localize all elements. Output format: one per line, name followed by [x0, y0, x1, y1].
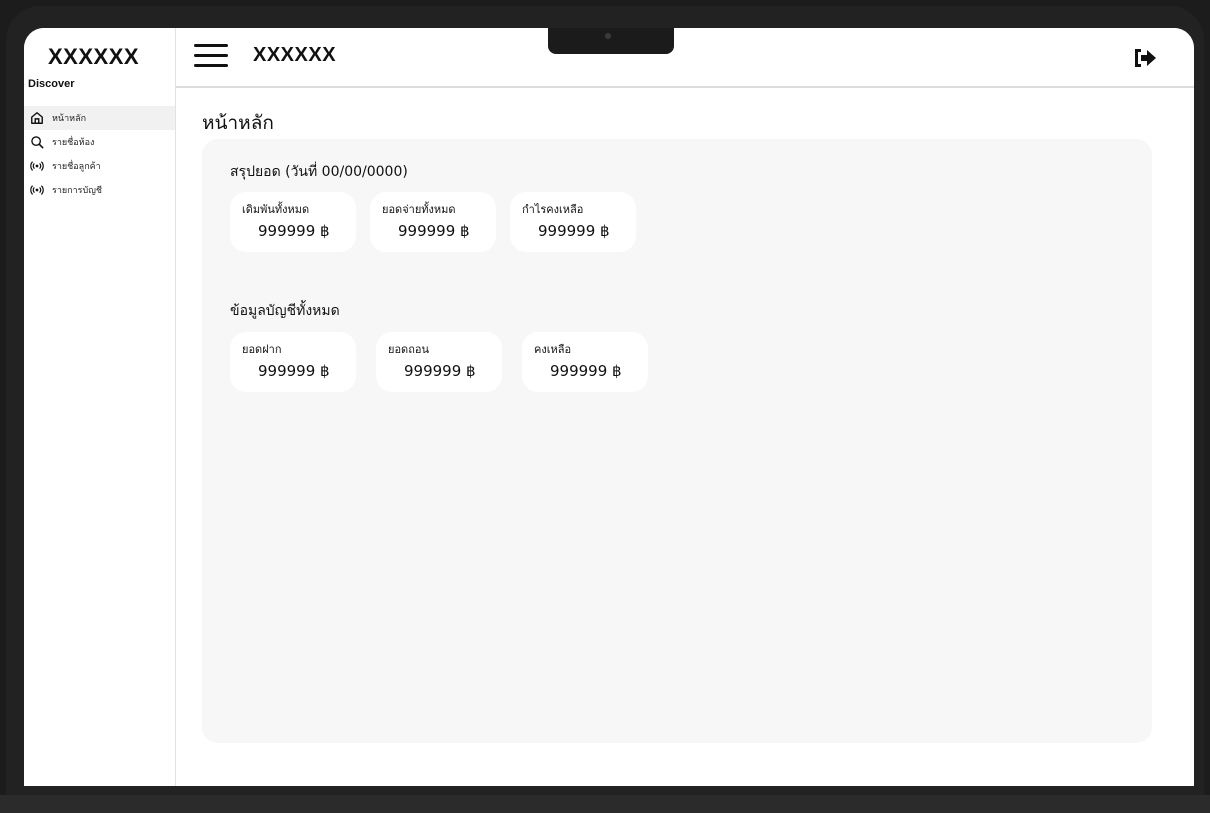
accounts-title: ข้อมูลบัญชีทั้งหมด [230, 303, 340, 319]
summary-card-total-payout: ยอดจ่ายทั้งหมด 999999 ฿ [370, 192, 496, 252]
camera-notch [548, 28, 674, 54]
card-label: ยอดฝาก [242, 343, 282, 356]
sidebar: XXXXXX Discover หน้าหลัก รายชื่อห้อง ราย… [24, 28, 176, 786]
sidebar-item-label: รายชื่อลูกค้า [52, 162, 101, 172]
section-label-discover: Discover [28, 78, 75, 90]
card-value: 999999 ฿ [398, 222, 470, 240]
dashboard-panel: สรุปยอด (วันที่ 00/00/0000) เดิมพันทั้งห… [202, 139, 1152, 743]
sidebar-nav: หน้าหลัก รายชื่อห้อง รายชื่อลูกค้า รายกา… [24, 106, 175, 202]
accounts-card-balance: คงเหลือ 999999 ฿ [522, 332, 648, 392]
summary-card-profit: กำไรคงเหลือ 999999 ฿ [510, 192, 636, 252]
summary-card-total-bets: เดิมพันทั้งหมด 999999 ฿ [230, 192, 356, 252]
sidebar-item-label: หน้าหลัก [52, 114, 87, 124]
sidebar-item-label: รายการบัญชี [52, 186, 102, 196]
logout-icon[interactable] [1133, 47, 1157, 69]
camera-icon [605, 33, 611, 39]
search-icon [30, 135, 44, 149]
card-label: ยอดถอน [388, 343, 429, 356]
card-value: 999999 ฿ [404, 362, 476, 380]
sidebar-item-accounts[interactable]: รายการบัญชี [24, 178, 175, 202]
sidebar-item-label: รายชื่อห้อง [52, 138, 95, 148]
card-value: 999999 ฿ [258, 362, 330, 380]
card-value: 999999 ฿ [538, 222, 610, 240]
sidebar-item-rooms[interactable]: รายชื่อห้อง [24, 130, 175, 154]
card-value: 999999 ฿ [258, 222, 330, 240]
home-icon [30, 111, 44, 125]
card-label: คงเหลือ [534, 343, 572, 356]
accounts-card-withdraw: ยอดถอน 999999 ฿ [376, 332, 502, 392]
page-title: หน้าหลัก [202, 112, 274, 134]
accounts-card-deposit: ยอดฝาก 999999 ฿ [230, 332, 356, 392]
hamburger-icon[interactable] [194, 44, 228, 70]
broadcast-icon [30, 159, 44, 173]
broadcast-icon [30, 183, 44, 197]
laptop-frame: XXXXXX Discover หน้าหลัก รายชื่อห้อง ราย… [0, 0, 1210, 813]
screen: XXXXXX Discover หน้าหลัก รายชื่อห้อง ราย… [24, 28, 1194, 786]
sidebar-brand: XXXXXX [48, 44, 140, 69]
card-label: เดิมพันทั้งหมด [242, 203, 310, 216]
card-value: 999999 ฿ [550, 362, 622, 380]
sidebar-item-customers[interactable]: รายชื่อลูกค้า [24, 154, 175, 178]
header-title: XXXXXX [253, 44, 337, 66]
card-label: ยอดจ่ายทั้งหมด [382, 203, 456, 216]
card-label: กำไรคงเหลือ [522, 203, 584, 216]
top-header: XXXXXX [176, 28, 1194, 88]
laptop-base [0, 795, 1210, 813]
sidebar-item-home[interactable]: หน้าหลัก [24, 106, 175, 130]
summary-title: สรุปยอด (วันที่ 00/00/0000) [230, 164, 408, 180]
